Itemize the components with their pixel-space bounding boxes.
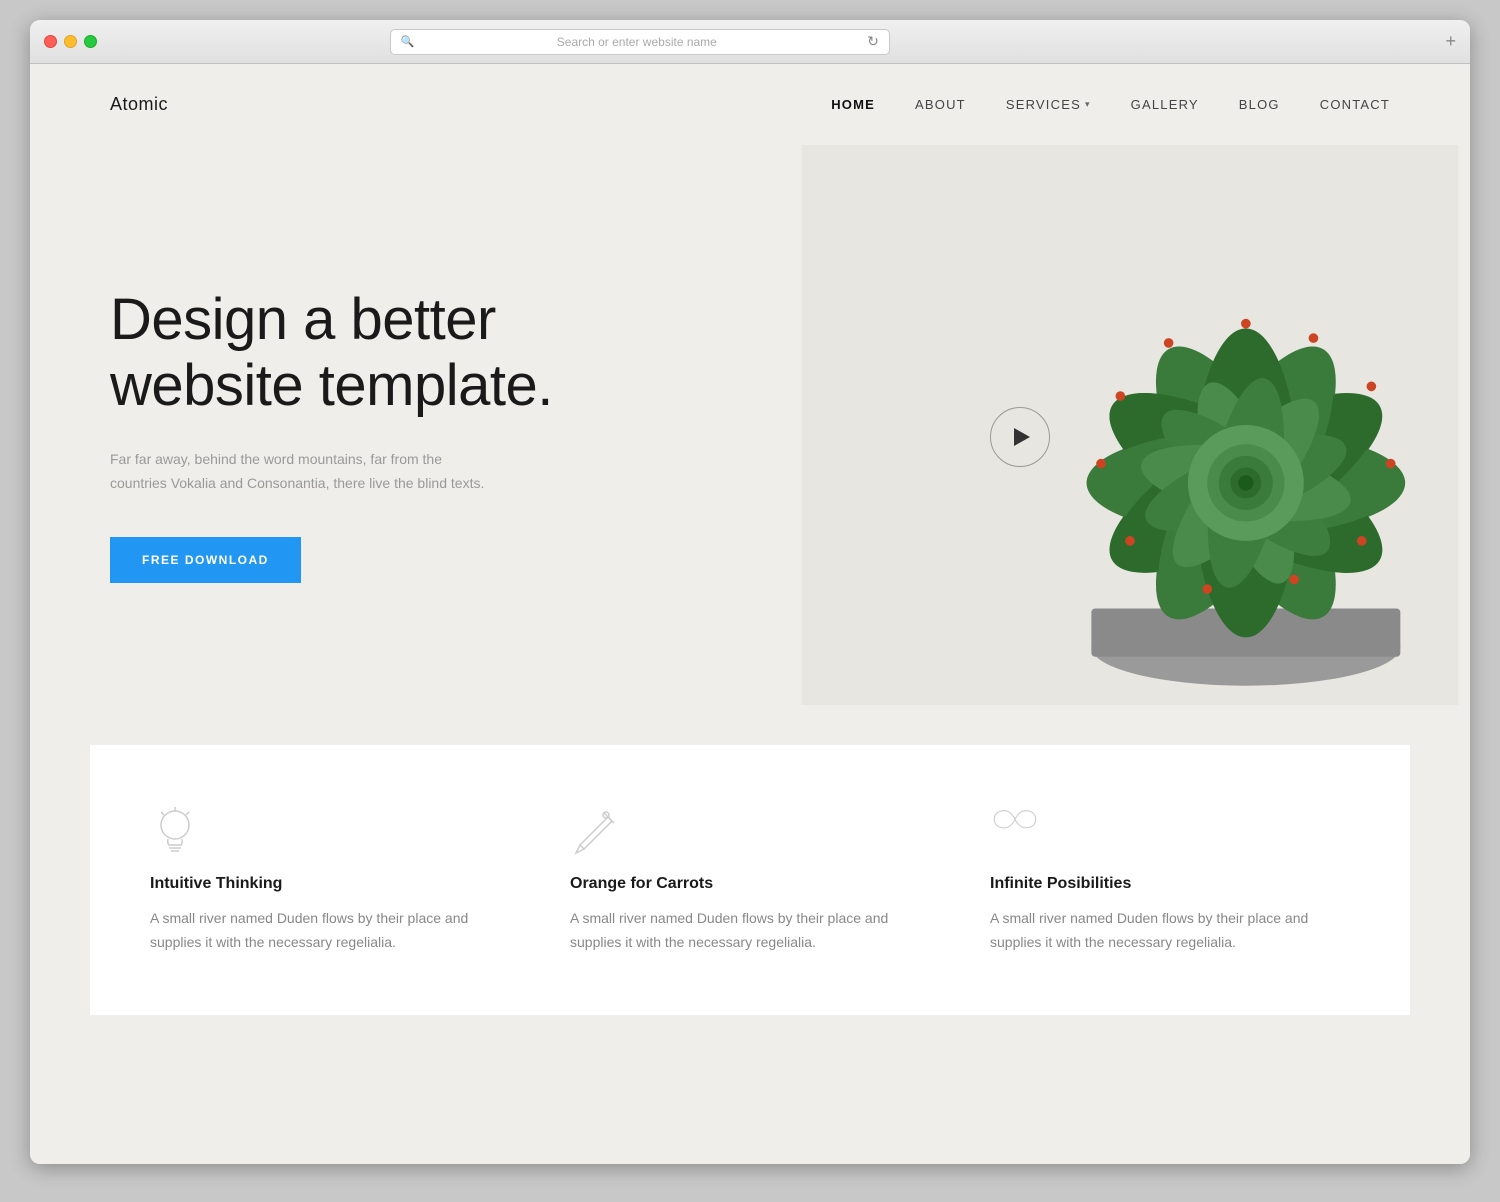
new-tab-button[interactable]: + bbox=[1445, 31, 1456, 52]
nav-links: HOME ABOUT SERVICES ▾ GALLERY BLOG CONTA… bbox=[831, 97, 1390, 112]
cta-button[interactable]: FREE DOWNLOAD bbox=[110, 537, 301, 583]
refresh-icon[interactable]: ↻ bbox=[867, 33, 879, 50]
feature-card-carrots: Orange for Carrots A small river named D… bbox=[570, 805, 930, 955]
browser-titlebar: 🔍 Search or enter website name ↻ + bbox=[30, 20, 1470, 64]
feature-desc-infinity: A small river named Duden flows by their… bbox=[990, 907, 1350, 955]
hero-subtitle: Far far away, behind the word mountains,… bbox=[110, 448, 490, 496]
addressbar-text: Search or enter website name bbox=[421, 35, 854, 49]
features-section: Intuitive Thinking A small river named D… bbox=[90, 745, 1410, 1015]
infinity-icon bbox=[990, 805, 1040, 855]
pencil-icon bbox=[570, 805, 620, 855]
nav-link-home[interactable]: HOME bbox=[831, 97, 875, 112]
window-controls bbox=[44, 35, 97, 48]
nav-link-about[interactable]: ABOUT bbox=[915, 97, 966, 112]
address-bar[interactable]: 🔍 Search or enter website name ↻ bbox=[390, 29, 890, 55]
nav-link-gallery[interactable]: GALLERY bbox=[1131, 97, 1199, 112]
feature-title-infinity: Infinite Posibilities bbox=[990, 875, 1350, 893]
feature-card-thinking: Intuitive Thinking A small river named D… bbox=[150, 805, 510, 955]
hero-content: Design a betterwebsite template. Far far… bbox=[110, 287, 610, 584]
navigation: Atomic HOME ABOUT SERVICES ▾ GALLERY BLO… bbox=[30, 64, 1470, 145]
hero-image bbox=[790, 145, 1470, 705]
feature-card-infinity: Infinite Posibilities A small river name… bbox=[990, 805, 1350, 955]
nav-link-blog[interactable]: BLOG bbox=[1239, 97, 1280, 112]
fullscreen-button[interactable] bbox=[84, 35, 97, 48]
play-icon bbox=[1014, 428, 1030, 446]
feature-title-thinking: Intuitive Thinking bbox=[150, 875, 510, 893]
browser-window: 🔍 Search or enter website name ↻ + Atomi… bbox=[30, 20, 1470, 1164]
lightbulb-icon bbox=[150, 805, 200, 855]
website-content: Atomic HOME ABOUT SERVICES ▾ GALLERY BLO… bbox=[30, 64, 1470, 1164]
feature-title-carrots: Orange for Carrots bbox=[570, 875, 930, 893]
minimize-button[interactable] bbox=[64, 35, 77, 48]
chevron-down-icon: ▾ bbox=[1085, 99, 1091, 110]
nav-link-services[interactable]: SERVICES ▾ bbox=[1006, 97, 1091, 112]
hero-section: Design a betterwebsite template. Far far… bbox=[30, 145, 1470, 705]
search-icon: 🔍 bbox=[401, 35, 415, 48]
close-button[interactable] bbox=[44, 35, 57, 48]
feature-desc-carrots: A small river named Duden flows by their… bbox=[570, 907, 930, 955]
nav-link-contact[interactable]: CONTACT bbox=[1320, 97, 1390, 112]
play-button[interactable] bbox=[990, 407, 1050, 467]
site-logo[interactable]: Atomic bbox=[110, 94, 168, 115]
hero-title: Design a betterwebsite template. bbox=[110, 287, 610, 420]
feature-desc-thinking: A small river named Duden flows by their… bbox=[150, 907, 510, 955]
